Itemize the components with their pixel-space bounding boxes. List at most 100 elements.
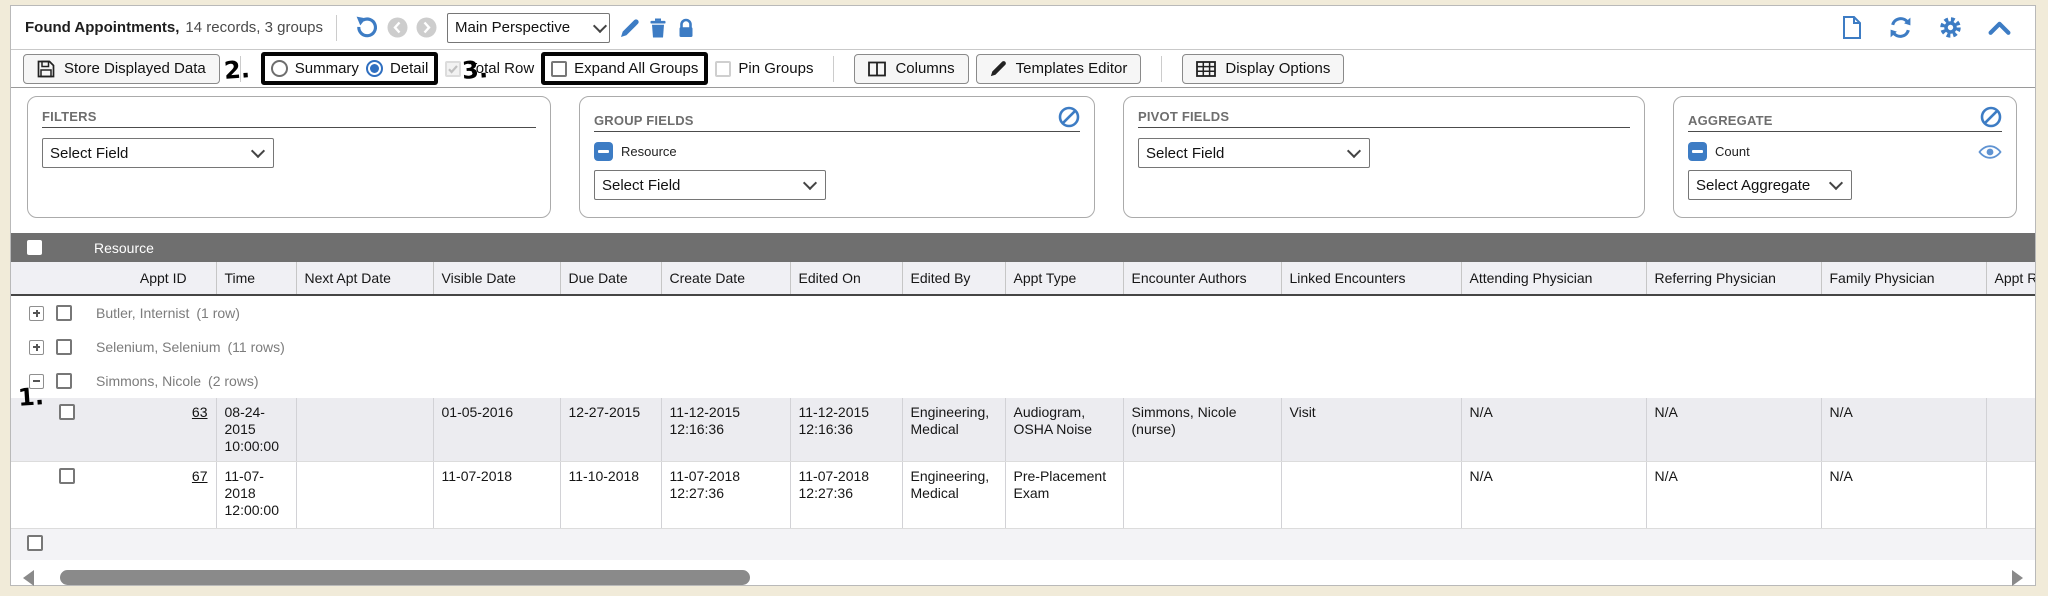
aggregate-header: AGGREGATE <box>1688 106 2002 132</box>
group-name: Butler, Internist <box>96 305 189 321</box>
col-appt-id[interactable]: Appt ID <box>111 262 216 295</box>
row-checkbox[interactable] <box>59 404 75 420</box>
group-checkbox[interactable] <box>56 339 72 355</box>
col-attending-physician[interactable]: Attending Physician <box>1461 262 1646 295</box>
filters-select-wrap: Select Field <box>42 138 274 168</box>
next-apt-date-cell <box>296 398 433 462</box>
scroll-left-arrow[interactable] <box>23 570 34 586</box>
col-referring-physician[interactable]: Referring Physician <box>1646 262 1821 295</box>
group-field-row: Resource <box>594 142 1080 161</box>
undo-icon[interactable] <box>354 15 379 40</box>
expand-group-icon[interactable] <box>29 306 44 321</box>
page-title: Found Appointments, <box>25 19 179 36</box>
appt-re-cell <box>1986 398 2035 462</box>
time-cell: 11-07-2018 12:00:00 <box>216 462 296 529</box>
scrollbar-thumb[interactable] <box>60 570 750 585</box>
expand-group-icon[interactable] <box>29 340 44 355</box>
create-date-cell: 11-07-2018 12:27:36 <box>661 462 790 529</box>
aggregate-select[interactable]: Select Aggregate <box>1688 170 1852 200</box>
summary-label: Summary <box>295 60 359 77</box>
col-appt-re[interactable]: Appt Re <box>1986 262 2035 295</box>
group-bar-label: Resource <box>94 240 154 256</box>
remove-group-field-icon[interactable] <box>594 142 613 161</box>
col-due-date[interactable]: Due Date <box>560 262 661 295</box>
prev-perspective-icon[interactable] <box>387 17 408 38</box>
col-linked-encounters[interactable]: Linked Encounters <box>1281 262 1461 295</box>
appt-type-cell: Pre-Placement Exam <box>1005 462 1123 529</box>
col-appt-type[interactable]: Appt Type <box>1005 262 1123 295</box>
linked-encounters-cell: Visit <box>1281 398 1461 462</box>
col-encounter-authors[interactable]: Encounter Authors <box>1123 262 1281 295</box>
remove-aggregate-icon[interactable] <box>1688 142 1707 161</box>
store-displayed-data-button[interactable]: Store Displayed Data <box>23 54 220 84</box>
col-family-physician[interactable]: Family Physician <box>1821 262 1986 295</box>
filters-field-select[interactable]: Select Field <box>42 138 274 168</box>
group-checkbox[interactable] <box>56 305 72 321</box>
group-fields-panel: GROUP FIELDS Resource Select Field <box>579 96 1095 218</box>
col-visible-date[interactable]: Visible Date <box>433 262 560 295</box>
detail-radio[interactable] <box>366 60 383 77</box>
pencil-icon <box>990 60 1007 77</box>
encounter-authors-cell <box>1123 462 1281 529</box>
family-physician-cell: N/A <box>1821 398 1986 462</box>
summary-radio[interactable] <box>271 60 288 77</box>
appt-id-link[interactable]: 67 <box>192 468 208 484</box>
clear-aggregate-icon[interactable] <box>1980 106 2002 128</box>
pivot-fields-select-wrap: Select Field <box>1138 138 1370 168</box>
edited-by-cell: Engineering, Medical <box>902 398 1005 462</box>
expand-all-groups-label: Expand All Groups <box>574 60 698 77</box>
total-row-checkbox[interactable] <box>445 61 461 77</box>
expand-all-groups-checkbox[interactable] <box>551 61 567 77</box>
aggregate-field-row: Count <box>1688 142 2002 161</box>
store-button-label: Store Displayed Data <box>64 60 206 77</box>
field-panels-row: FILTERS Select Field GROUP FIELDS <box>11 88 2035 228</box>
col-edited-on[interactable]: Edited On <box>790 262 902 295</box>
aggregate-panel: AGGREGATE Count Select Aggregate <box>1673 96 2017 218</box>
row-checkbox[interactable] <box>59 468 75 484</box>
records-summary: 14 records, 3 groups <box>185 19 323 36</box>
linked-encounters-cell <box>1281 462 1461 529</box>
divider <box>833 56 834 82</box>
templates-editor-button[interactable]: Templates Editor <box>976 54 1142 84</box>
referring-physician-cell: N/A <box>1646 398 1821 462</box>
appointments-table: Appt ID Time Next Apt Date Visible Date … <box>11 262 2035 560</box>
columns-button-label: Columns <box>895 60 954 77</box>
lock-icon[interactable] <box>676 18 696 38</box>
visible-date-cell: 11-07-2018 <box>433 462 560 529</box>
footer-checkbox[interactable] <box>27 535 43 551</box>
edited-on-cell: 11-07-2018 12:27:36 <box>790 462 902 529</box>
due-date-cell: 11-10-2018 <box>560 462 661 529</box>
delete-perspective-icon[interactable] <box>648 18 668 38</box>
collapse-panel-icon[interactable] <box>1988 20 2011 35</box>
visibility-eye-icon[interactable] <box>1978 145 2002 159</box>
perspective-select-wrap: Main Perspective <box>441 13 616 43</box>
col-edited-by[interactable]: Edited By <box>902 262 1005 295</box>
next-apt-date-cell <box>296 462 433 529</box>
annotation-step-1: 1. <box>17 382 45 412</box>
columns-button[interactable]: Columns <box>854 54 968 84</box>
group-fields-select[interactable]: Select Field <box>594 170 826 200</box>
col-time[interactable]: Time <box>216 262 296 295</box>
aggregate-field-name: Count <box>1715 144 1750 159</box>
pin-groups-checkbox[interactable] <box>715 61 731 77</box>
aggregate-title: AGGREGATE <box>1688 113 1773 128</box>
scroll-right-arrow[interactable] <box>2012 570 2023 586</box>
new-document-icon[interactable] <box>1841 15 1863 40</box>
appt-id-link[interactable]: 63 <box>192 404 208 420</box>
row-gutter <box>11 462 51 529</box>
next-perspective-icon[interactable] <box>416 17 437 38</box>
clear-group-fields-icon[interactable] <box>1058 106 1080 128</box>
group-checkbox[interactable] <box>56 373 72 389</box>
edit-perspective-icon[interactable] <box>620 18 640 38</box>
annotation-step-2: 2. <box>223 55 251 85</box>
create-date-cell: 11-12-2015 12:16:36 <box>661 398 790 462</box>
select-all-checkbox[interactable] <box>27 240 42 255</box>
perspective-select[interactable]: Main Perspective <box>447 13 610 43</box>
family-physician-cell: N/A <box>1821 462 1986 529</box>
display-options-button[interactable]: Display Options <box>1182 54 1344 84</box>
col-create-date[interactable]: Create Date <box>661 262 790 295</box>
pivot-fields-select[interactable]: Select Field <box>1138 138 1370 168</box>
refresh-icon[interactable] <box>1888 15 1913 40</box>
gear-icon[interactable] <box>1938 15 1963 40</box>
col-next-apt-date[interactable]: Next Apt Date <box>296 262 433 295</box>
